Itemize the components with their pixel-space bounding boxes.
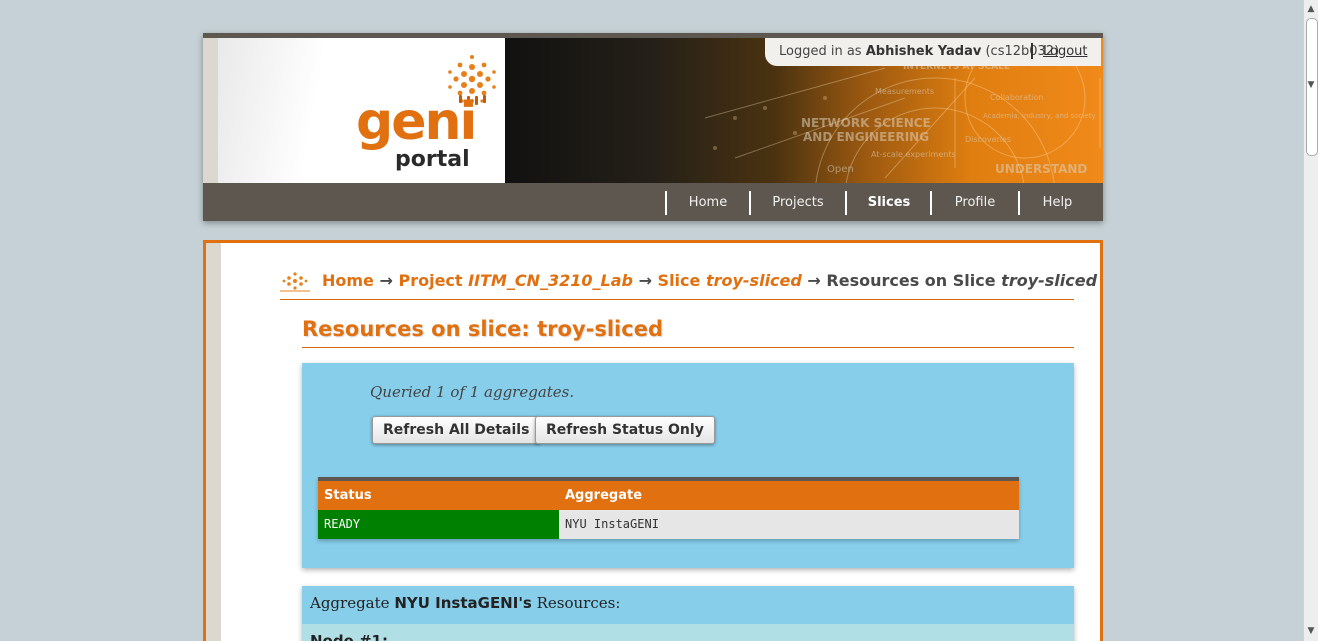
nav-slices[interactable]: Slices [845,191,931,215]
header-left-bar [203,38,218,183]
banner-text-7: Discoveries [965,135,1012,144]
queried-status-text: Queried 1 of 1 aggregates. [370,383,575,401]
scroll-up-arrow-icon[interactable]: ▲ [1305,2,1317,16]
aggregate-status-table: Status Aggregate READY NYU InstaGENI [318,477,1019,539]
login-text: Logged in as Abhishek Yadav (cs12b032) [779,38,1059,66]
breadcrumb-current: Resources on Slice troy-sliced [826,271,1097,290]
breadcrumb-slice-link[interactable]: Slice troy-sliced [658,271,802,290]
breadcrumb-arrow-1: → [379,271,393,290]
breadcrumb-slice-name: troy-sliced [705,271,802,290]
main-content: Home → Project IITM_CN_3210_Lab → Slice … [203,240,1103,641]
resources-aggregate-name: NYU InstaGENI's [394,594,532,612]
content-left-bar [206,243,221,641]
node-label: Node #1: [310,632,388,641]
banner-text-4: NETWORK SCIENCE [801,116,931,130]
breadcrumb-project-prefix: Project [398,271,463,290]
login-status: Logged in as Abhishek Yadav (cs12b032) L… [765,38,1101,66]
page-title: Resources on slice: troy-sliced [302,315,1074,348]
breadcrumb-trail: Home → Project IITM_CN_3210_Lab → Slice … [322,269,1097,293]
breadcrumb: Home → Project IITM_CN_3210_Lab → Slice … [280,269,1097,300]
refresh-all-details-button[interactable]: Refresh All Details [372,416,541,444]
resources-prefix: Aggregate [310,594,390,612]
nav-home[interactable]: Home [665,191,749,215]
breadcrumb-arrow-2: → [638,271,652,290]
breadcrumb-home-link[interactable]: Home [322,271,374,290]
table-row: READY NYU InstaGENI [318,510,1019,539]
portal-header: geni portal INTERNETS AT SCALE Measureme… [203,33,1103,221]
browser-page: geni portal INTERNETS AT SCALE Measureme… [0,0,1318,641]
login-user-name: Abhishek Yadav [865,44,982,59]
header-status: Status [324,488,372,503]
logo-geni-text: geni [356,92,477,152]
breadcrumb-arrow-3: → [807,271,821,290]
aggregate-cell: NYU InstaGENI [559,510,1019,539]
breadcrumb-project-link[interactable]: Project IITM_CN_3210_Lab [398,271,633,290]
banner-text-6: Academia, industry, and society [983,112,1096,120]
breadcrumb-project-name: IITM_CN_3210_Lab [468,271,633,290]
breadcrumb-current-prefix: Resources on Slice [826,271,996,290]
main-nav: Home Projects Slices Profile Help [203,183,1103,221]
aggregate-status-panel: Queried 1 of 1 aggregates. Refresh All D… [302,363,1074,568]
scroll-down-arrow-icon[interactable]: ▼ [1305,624,1317,638]
node-section: Node #1: [302,624,1074,641]
aggregate-resources-panel: Aggregate NYU InstaGENI's Resources: Nod… [302,586,1074,641]
logout-link[interactable]: Logout [1043,38,1088,66]
resources-suffix: Resources: [536,594,621,612]
nav-projects[interactable]: Projects [749,191,845,215]
banner-text-5: AND ENGINEERING [803,130,930,144]
refresh-status-only-button[interactable]: Refresh Status Only [535,416,715,444]
nav-help[interactable]: Help [1018,191,1095,215]
resources-heading: Aggregate NYU InstaGENI's Resources: [310,594,620,612]
page-scrollbar[interactable]: ▲ ▼ ▼ [1303,0,1318,641]
status-cell: READY [318,510,559,539]
banner-text-2: Measurements [875,87,935,96]
login-separator [1031,43,1033,59]
banner-text-8: At-scale experiments [871,150,956,159]
geni-globe-small-icon [280,272,310,292]
nav-profile[interactable]: Profile [930,191,1018,215]
scroll-mid-arrow-icon[interactable]: ▼ [1305,78,1317,92]
breadcrumb-current-name: troy-sliced [1001,271,1098,290]
banner-text-9: Open [827,164,854,175]
banner-text-3: Collaboration [990,93,1044,102]
header-aggregate: Aggregate [565,488,643,503]
geni-portal-logo[interactable]: geni portal [218,38,505,183]
login-prefix: Logged in as [779,44,862,59]
breadcrumb-slice-prefix: Slice [657,271,701,290]
banner-text-10: UNDERSTAND [995,162,1088,176]
logo-portal-text: portal [395,147,470,172]
table-header-row: Status Aggregate [318,481,1019,510]
